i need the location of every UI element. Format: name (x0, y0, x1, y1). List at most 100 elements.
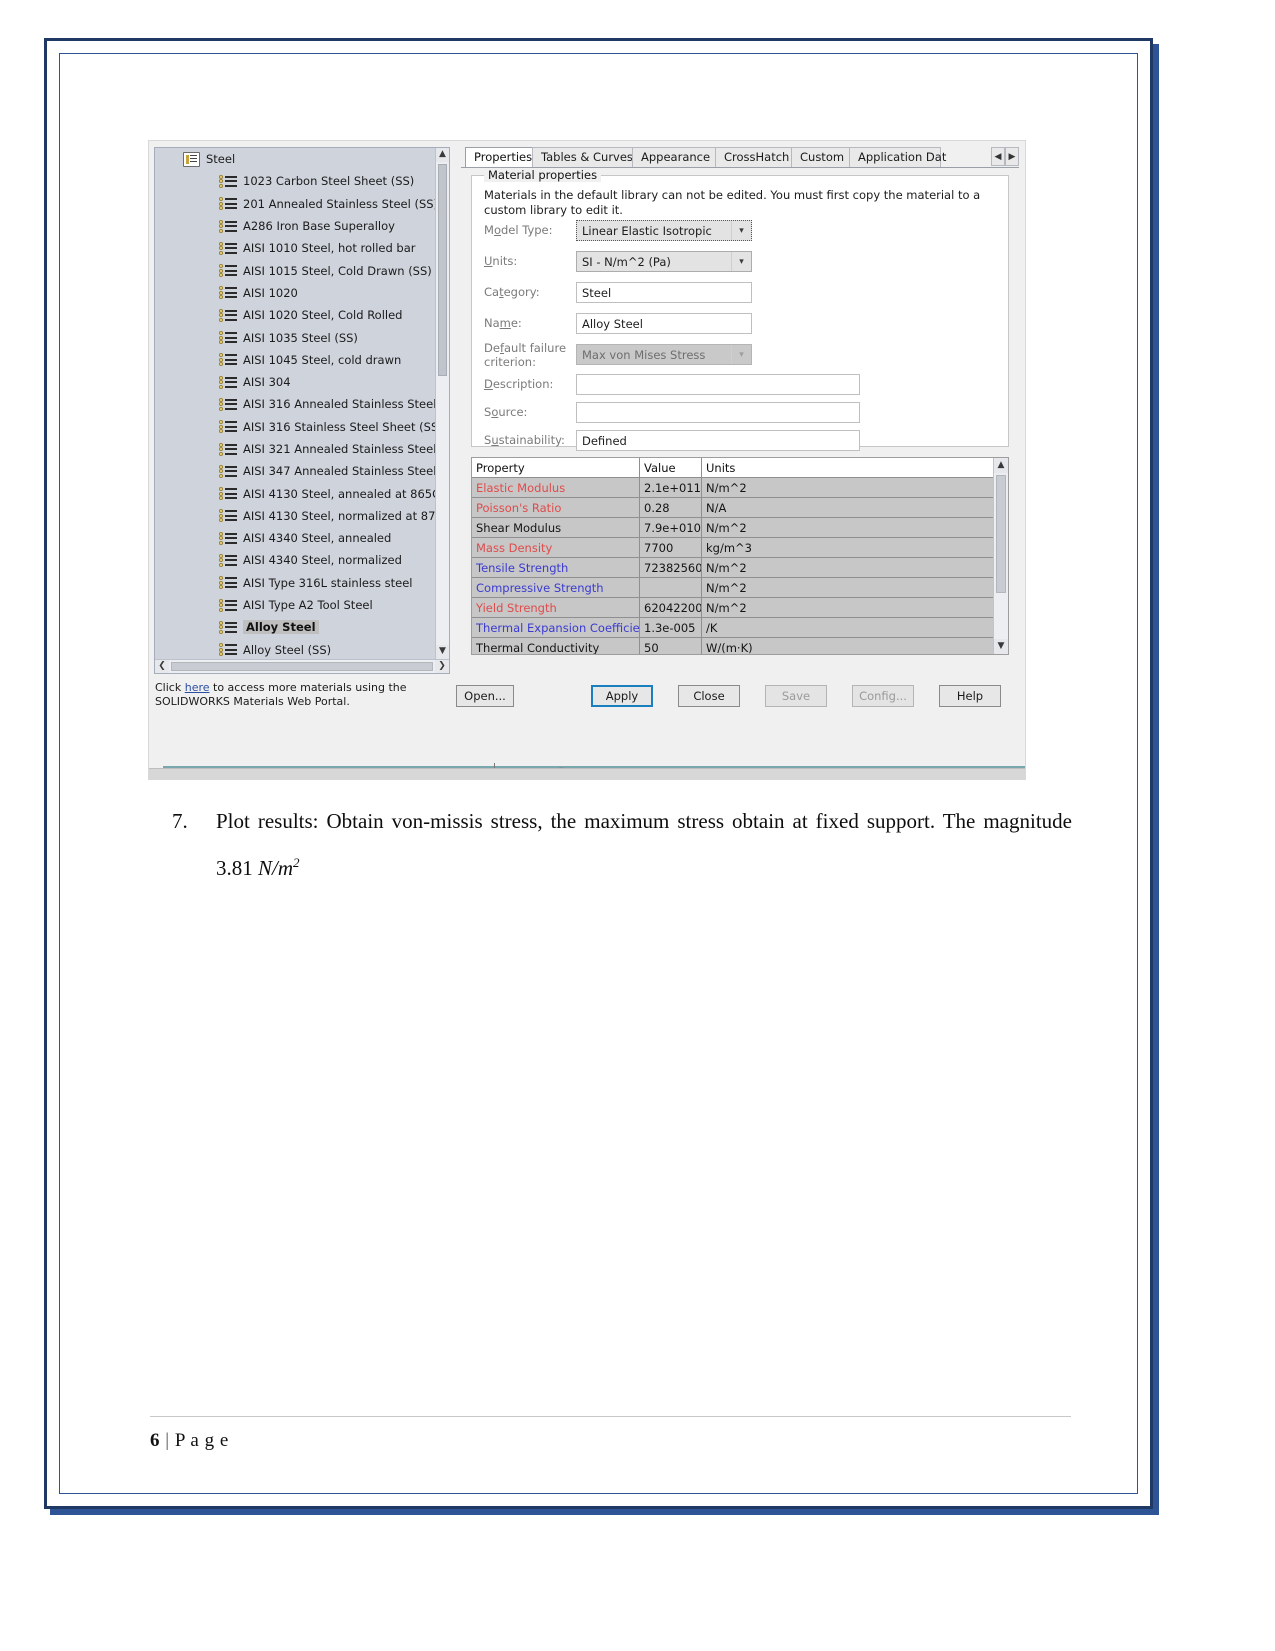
tree-item[interactable]: Alloy Steel (155, 616, 435, 638)
table-cell-property: Shear Modulus (472, 518, 640, 538)
tab-scroll-nav[interactable]: ◀ ▶ (991, 147, 1019, 166)
tree-root-steel[interactable]: ▾ Steel (155, 148, 435, 170)
table-row[interactable]: Thermal Expansion Coefficient 1.3e-005/K (472, 618, 993, 638)
field-input[interactable]: Steel (576, 282, 752, 303)
table-scroll-up-icon[interactable]: ▲ (994, 458, 1008, 473)
table-cell-property: Yield Strength (472, 598, 640, 618)
table-row[interactable]: Tensile Strength723825600N/m^2 (472, 558, 993, 578)
help-button[interactable]: Help (939, 685, 1001, 707)
tree-item[interactable]: AISI Type A2 Tool Steel (155, 594, 435, 616)
tab-label: CrossHatch (724, 150, 790, 164)
tree-vertical-scrollbar[interactable]: ▲ ▼ (435, 148, 449, 659)
step-unit-base: N/m (258, 856, 294, 880)
apply-button-label: Apply (605, 689, 639, 703)
table-row[interactable]: Mass Density 7700 kg/m^3 (472, 538, 993, 558)
properties-table[interactable]: Property Value Units Elastic Modulus 2.1e… (471, 457, 1009, 655)
tree-item[interactable]: AISI 4340 Steel, normalized (155, 549, 435, 571)
chevron-down-icon[interactable]: ▾ (731, 345, 751, 364)
tree-item-label: AISI 1020 Steel, Cold Rolled (243, 308, 403, 323)
field-input[interactable]: SI - N/m^2 (Pa) ▾ (576, 251, 752, 272)
chevron-down-icon[interactable]: ▾ (731, 252, 751, 271)
tree-item-label: AISI 1020 (243, 285, 298, 300)
field-input[interactable] (576, 402, 860, 423)
column-header-units: Units (702, 458, 993, 478)
table-cell-value: 2.1e+011 (640, 478, 702, 498)
table-cell-value: 0.28 (640, 498, 702, 518)
chevron-down-icon[interactable]: ▾ (731, 221, 751, 240)
table-row[interactable]: Poisson's Ratio 0.28 N/A (472, 498, 993, 518)
table-cell-units: /K (702, 618, 993, 638)
tree-item[interactable]: AISI 1015 Steel, Cold Drawn (SS) (155, 259, 435, 281)
field-label: Source: (484, 405, 528, 419)
apply-button[interactable]: Apply (591, 685, 653, 707)
scroll-right-icon[interactable]: ❯ (435, 660, 449, 673)
table-vertical-scrollbar[interactable]: ▲ ▼ (993, 458, 1008, 654)
table-cell-units: N/m^2 (702, 518, 993, 538)
tree-item[interactable]: AISI 316 Annealed Stainless Steel Ba (155, 393, 435, 415)
table-row[interactable]: Compressive Strength N/m^2 (472, 578, 993, 598)
tab-appearance[interactable]: Appearance (632, 147, 716, 167)
tree-item-label: AISI 4340 Steel, annealed (243, 531, 392, 546)
tab-crosshatch[interactable]: CrossHatch (715, 147, 792, 167)
tree-item[interactable]: AISI 4340 Steel, annealed (155, 527, 435, 549)
field-input[interactable] (576, 374, 860, 395)
material-icon (219, 264, 237, 278)
scroll-up-icon[interactable]: ▲ (436, 148, 449, 162)
tree-item-label: AISI Type A2 Tool Steel (243, 598, 373, 613)
step-text-main: Plot results: Obtain von-missis stress, … (216, 809, 1072, 880)
table-cell-property: Poisson's Ratio (472, 498, 640, 518)
hscroll-thumb[interactable] (171, 662, 433, 671)
tree-item[interactable]: AISI 4130 Steel, annealed at 865C (155, 482, 435, 504)
scroll-left-icon[interactable]: ❮ (155, 660, 169, 673)
close-button-label: Close (693, 689, 725, 703)
group-title: Material properties (484, 168, 602, 182)
save-button: Save (765, 685, 827, 707)
table-scroll-thumb[interactable] (996, 475, 1006, 593)
page-content: ▾ Steel 1023 Carbon Steel Sheet (SS) 201 … (62, 56, 1137, 1493)
tree-item[interactable]: AISI 1010 Steel, hot rolled bar (155, 237, 435, 259)
field-input[interactable]: Alloy Steel (576, 313, 752, 334)
tree-item[interactable]: AISI 304 (155, 371, 435, 393)
table-scroll-down-icon[interactable]: ▼ (994, 639, 1008, 654)
field-label: Description: (484, 377, 554, 391)
tree-item-label: 1023 Carbon Steel Sheet (SS) (243, 174, 415, 189)
tree-item[interactable]: AISI 1020 Steel, Cold Rolled (155, 304, 435, 326)
tree-item[interactable]: AISI 4130 Steel, normalized at 870C (155, 505, 435, 527)
tree-item[interactable]: AISI 1045 Steel, cold drawn (155, 349, 435, 371)
table-row[interactable]: Shear Modulus 7.9e+010 N/m^2 (472, 518, 993, 538)
close-button[interactable]: Close (678, 685, 740, 707)
tab-properties[interactable]: Properties (465, 147, 533, 167)
tree-item[interactable]: AISI 1035 Steel (SS) (155, 326, 435, 348)
table-row[interactable]: Elastic Modulus 2.1e+011 N/m^2 (472, 478, 993, 498)
tree-item[interactable]: AISI 1020 (155, 282, 435, 304)
help-button-label: Help (956, 689, 984, 703)
tree-item[interactable]: 1023 Carbon Steel Sheet (SS) (155, 170, 435, 192)
tree-item-label: AISI 316 Annealed Stainless Steel Ba (243, 397, 435, 412)
tree-item[interactable]: AISI Type 316L stainless steel (155, 572, 435, 594)
tab-custom[interactable]: Custom (791, 147, 850, 167)
tree-item[interactable]: 201 Annealed Stainless Steel (SS) (155, 193, 435, 215)
table-row[interactable]: Thermal Conductivity 50 W/(m·K) (472, 638, 993, 654)
tree-item[interactable]: A286 Iron Base Superalloy (155, 215, 435, 237)
field-input[interactable]: Linear Elastic Isotropic ▾ (576, 220, 752, 241)
material-icon (219, 219, 237, 233)
table-row[interactable]: Yield Strength620422000N/m^2 (472, 598, 993, 618)
material-tree-panel[interactable]: ▾ Steel 1023 Carbon Steel Sheet (SS) 201 … (154, 147, 450, 674)
tab-application-dat[interactable]: Application Dat (849, 147, 946, 167)
tab-next-icon[interactable]: ▶ (1005, 147, 1019, 166)
portal-link[interactable]: here (185, 681, 210, 694)
tree-item[interactable]: Alloy Steel (SS) (155, 639, 435, 659)
table-header-row: Property Value Units (472, 458, 993, 478)
material-tree-list[interactable]: ▾ Steel 1023 Carbon Steel Sheet (SS) 201 … (155, 148, 435, 659)
tree-item[interactable]: AISI 321 Annealed Stainless Steel (S (155, 438, 435, 460)
tree-item[interactable]: AISI 316 Stainless Steel Sheet (SS) (155, 416, 435, 438)
tree-horizontal-scrollbar[interactable]: ❮ ❯ (155, 659, 449, 673)
scroll-thumb[interactable] (438, 164, 447, 376)
scroll-down-icon[interactable]: ▼ (436, 645, 449, 659)
field-input[interactable]: Defined (576, 430, 860, 451)
field-input[interactable]: Max von Mises Stress ▾ (576, 344, 752, 365)
material-icon (219, 397, 237, 411)
tab-prev-icon[interactable]: ◀ (991, 147, 1005, 166)
tree-item[interactable]: AISI 347 Annealed Stainless Steel (S (155, 460, 435, 482)
tab-tables-curves[interactable]: Tables & Curves (532, 147, 633, 167)
